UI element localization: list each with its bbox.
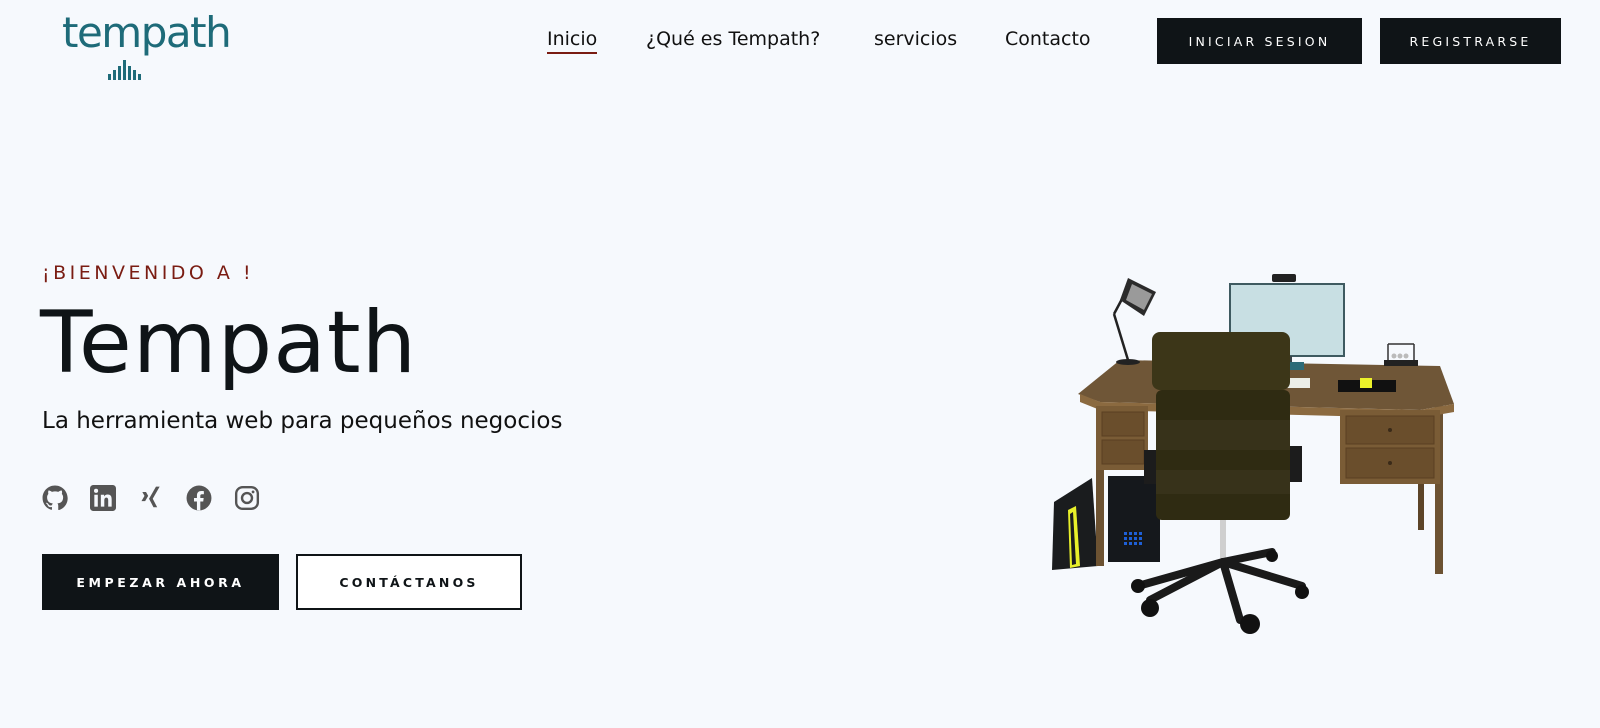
login-button[interactable]: INICIAR SESION [1157,18,1362,64]
github-icon[interactable] [42,485,68,511]
hero-subtitle: La herramienta web para pequeños negocio… [42,408,563,434]
page-title: Tempath [40,293,418,393]
linkedin-icon[interactable] [90,485,116,511]
xing-icon[interactable] [138,485,164,511]
nav-item-servicios[interactable]: servicios [874,28,957,50]
office-chair-icon [1131,332,1309,634]
facebook-icon[interactable] [186,485,212,511]
bag-icon [1052,478,1098,570]
desk-illustration [1040,270,1480,660]
newton-cradle-icon [1384,343,1418,366]
start-now-button[interactable]: EMPEZAR AHORA [42,554,279,610]
register-button[interactable]: REGISTRARSE [1380,18,1561,64]
welcome-text: ¡BIENVENIDO A ! [42,262,255,284]
nav-item-contacto[interactable]: Contacto [1005,28,1091,50]
logo-wordmark: tempath [62,8,232,57]
tempath-logo[interactable]: tempath [62,8,252,80]
lamp-icon [1112,278,1156,365]
contact-us-button[interactable]: CONTÁCTANOS [296,554,522,610]
nav-item-que-es-tempath[interactable]: ¿Qué es Tempath? [646,28,820,50]
instagram-icon[interactable] [234,485,260,511]
nav-item-inicio[interactable]: Inicio [547,28,598,54]
logo-bars-icon [108,54,141,80]
